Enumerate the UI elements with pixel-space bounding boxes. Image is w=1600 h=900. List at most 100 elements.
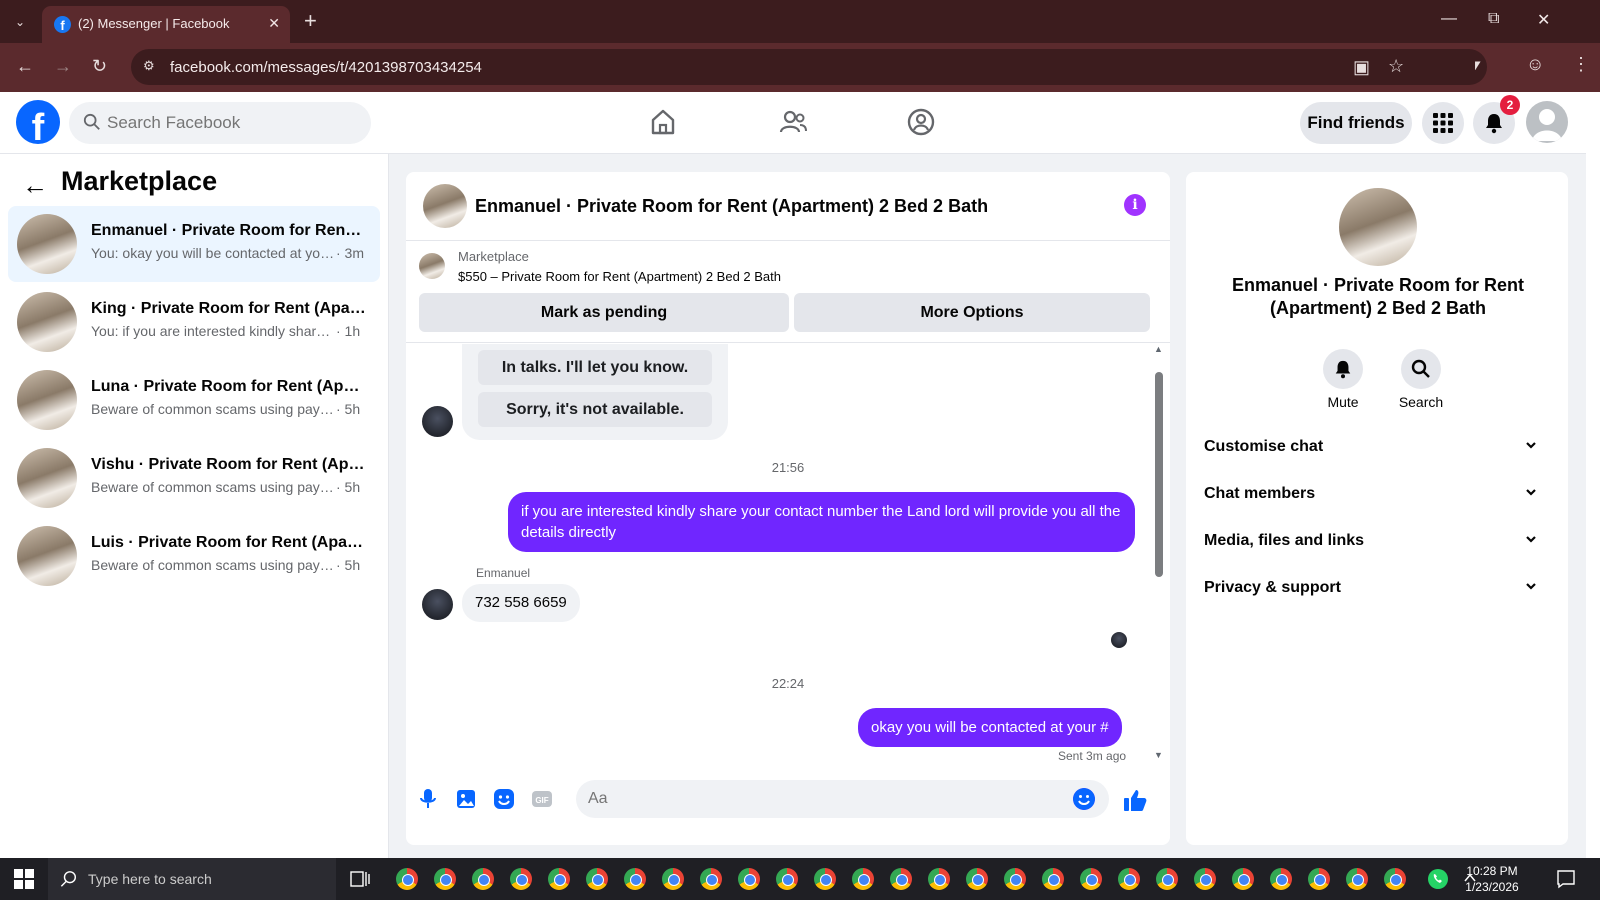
- taskbar-clock[interactable]: 10:28 PM 1/23/2026: [1456, 863, 1528, 895]
- site-info-icon[interactable]: ⚙: [143, 58, 159, 74]
- facebook-search[interactable]: [69, 102, 371, 144]
- conversation-item[interactable]: Luis · Private Room for Rent (Apartment)…: [8, 518, 380, 594]
- extensions-icon[interactable]: ⎖: [1470, 54, 1484, 75]
- chat-avatar[interactable]: [423, 184, 467, 228]
- browser-tab[interactable]: f (2) Messenger | Facebook ✕: [42, 6, 290, 43]
- back-icon[interactable]: ←: [16, 56, 34, 77]
- gif-icon[interactable]: GIF: [530, 787, 554, 811]
- tab-search-chevron-icon[interactable]: ⌄: [6, 8, 34, 36]
- chrome-taskbar-icon[interactable]: [1194, 868, 1216, 890]
- scroll-down-icon[interactable]: ▼: [1154, 750, 1163, 760]
- chrome-taskbar-icon[interactable]: [852, 868, 874, 890]
- incoming-message[interactable]: 732 558 6659: [462, 584, 580, 622]
- restore-icon[interactable]: ⧉: [1488, 10, 1499, 28]
- chrome-taskbar-icon[interactable]: [1308, 868, 1330, 890]
- home-icon[interactable]: [648, 107, 678, 137]
- mark-as-pending-button[interactable]: Mark as pending: [419, 293, 789, 332]
- chrome-taskbar-icon[interactable]: [890, 868, 912, 890]
- page-scrollbar[interactable]: [1586, 92, 1600, 858]
- quick-reply-button[interactable]: In talks. I'll let you know.: [478, 350, 712, 385]
- customise-chat-section[interactable]: Customise chat: [1196, 426, 1546, 470]
- info-icon[interactable]: i: [1124, 194, 1146, 216]
- chrome-taskbar-icon[interactable]: [1384, 868, 1406, 890]
- chat-members-section[interactable]: Chat members: [1196, 473, 1546, 517]
- conversation-item[interactable]: Vishu · Private Room for Rent (Apartment…: [8, 440, 380, 516]
- chrome-taskbar-icon[interactable]: [396, 868, 418, 890]
- sender-avatar[interactable]: [422, 406, 453, 437]
- facebook-logo-icon[interactable]: f: [16, 100, 60, 144]
- thumbs-up-icon[interactable]: [1122, 787, 1148, 813]
- notification-center-icon[interactable]: [1556, 869, 1576, 889]
- photo-icon[interactable]: [454, 787, 478, 811]
- tab-close-icon[interactable]: ✕: [268, 15, 280, 32]
- menu-grid-button[interactable]: [1422, 102, 1464, 144]
- mute-circle[interactable]: [1323, 349, 1363, 389]
- taskbar-search[interactable]: Type here to search: [48, 858, 336, 900]
- search-circle[interactable]: [1401, 349, 1441, 389]
- whatsapp-icon[interactable]: [1426, 867, 1450, 891]
- forward-icon[interactable]: →: [54, 56, 72, 77]
- profile-icon[interactable]: ☺: [1526, 54, 1544, 75]
- listing-thumbnail: [17, 370, 77, 430]
- chrome-taskbar-icon[interactable]: [966, 868, 988, 890]
- address-bar[interactable]: ⚙ facebook.com/messages/t/42013987034342…: [131, 49, 1487, 85]
- listing-title[interactable]: $550 – Private Room for Rent (Apartment)…: [458, 269, 781, 284]
- emoji-icon[interactable]: [1073, 788, 1095, 810]
- quick-reply-button[interactable]: Sorry, it's not available.: [478, 392, 712, 427]
- minimize-icon[interactable]: —: [1441, 10, 1457, 28]
- message-input[interactable]: [588, 780, 1058, 818]
- conversation-item[interactable]: King · Private Room for Rent (Apartment)…: [8, 284, 380, 360]
- reload-icon[interactable]: ↻: [92, 56, 107, 77]
- contact-avatar[interactable]: [1339, 188, 1417, 266]
- chrome-taskbar-icon[interactable]: [928, 868, 950, 890]
- media-files-links-section[interactable]: Media, files and links: [1196, 520, 1546, 564]
- conversation-item[interactable]: Luna · Private Room for Rent (Apartment)…: [8, 362, 380, 438]
- chrome-taskbar-icon[interactable]: [1346, 868, 1368, 890]
- friends-icon[interactable]: [778, 107, 808, 137]
- message-input-box[interactable]: [576, 780, 1109, 818]
- chrome-taskbar-icon[interactable]: [814, 868, 836, 890]
- scroll-up-icon[interactable]: ▲: [1154, 344, 1163, 354]
- chrome-taskbar-icon[interactable]: [776, 868, 798, 890]
- chrome-taskbar-icon[interactable]: [624, 868, 646, 890]
- more-options-button[interactable]: More Options: [794, 293, 1150, 332]
- chrome-taskbar-icon[interactable]: [1270, 868, 1292, 890]
- chrome-taskbar-icon[interactable]: [738, 868, 760, 890]
- install-app-icon[interactable]: ▣: [1353, 57, 1370, 78]
- chrome-taskbar-icon[interactable]: [1156, 868, 1178, 890]
- message-scrollbar[interactable]: ▲ ▼: [1151, 344, 1165, 764]
- chrome-taskbar-icon[interactable]: [434, 868, 456, 890]
- conversation-item[interactable]: Enmanuel · Private Room for Rent (Apartm…: [8, 206, 380, 282]
- window-close-icon[interactable]: ✕: [1537, 10, 1550, 30]
- microphone-icon[interactable]: [416, 787, 440, 811]
- chrome-taskbar-icon[interactable]: [1004, 868, 1026, 890]
- windows-start-icon[interactable]: [14, 869, 34, 889]
- chrome-taskbar-icon[interactable]: [548, 868, 570, 890]
- chrome-taskbar-icon[interactable]: [662, 868, 684, 890]
- account-avatar[interactable]: [1526, 101, 1568, 143]
- groups-icon[interactable]: [906, 107, 936, 137]
- chrome-taskbar-icon[interactable]: [472, 868, 494, 890]
- chat-title[interactable]: Enmanuel · Private Room for Rent (Apartm…: [475, 196, 988, 217]
- bookmark-star-icon[interactable]: ☆: [1388, 56, 1404, 77]
- browser-menu-icon[interactable]: ⋮: [1572, 54, 1590, 75]
- listing-thumbnail[interactable]: [419, 253, 445, 279]
- chrome-taskbar-icon[interactable]: [1042, 868, 1064, 890]
- chrome-taskbar-icon[interactable]: [1118, 868, 1140, 890]
- outgoing-message[interactable]: okay you will be contacted at your #: [858, 708, 1122, 747]
- chrome-taskbar-icon[interactable]: [510, 868, 532, 890]
- find-friends-button[interactable]: Find friends: [1300, 102, 1412, 144]
- chrome-taskbar-icon[interactable]: [1080, 868, 1102, 890]
- privacy-support-section[interactable]: Privacy & support: [1196, 567, 1546, 611]
- chrome-taskbar-icon[interactable]: [1232, 868, 1254, 890]
- chrome-taskbar-icon[interactable]: [586, 868, 608, 890]
- back-arrow-icon[interactable]: ←: [22, 170, 48, 201]
- facebook-search-input[interactable]: [107, 102, 357, 144]
- chrome-taskbar-icon[interactable]: [700, 868, 722, 890]
- outgoing-message[interactable]: if you are interested kindly share your …: [508, 492, 1135, 552]
- sender-avatar[interactable]: [422, 589, 453, 620]
- new-tab-icon[interactable]: +: [304, 9, 317, 33]
- task-view-icon[interactable]: [350, 870, 370, 888]
- sticker-icon[interactable]: [492, 787, 516, 811]
- scroll-thumb[interactable]: [1155, 372, 1163, 577]
